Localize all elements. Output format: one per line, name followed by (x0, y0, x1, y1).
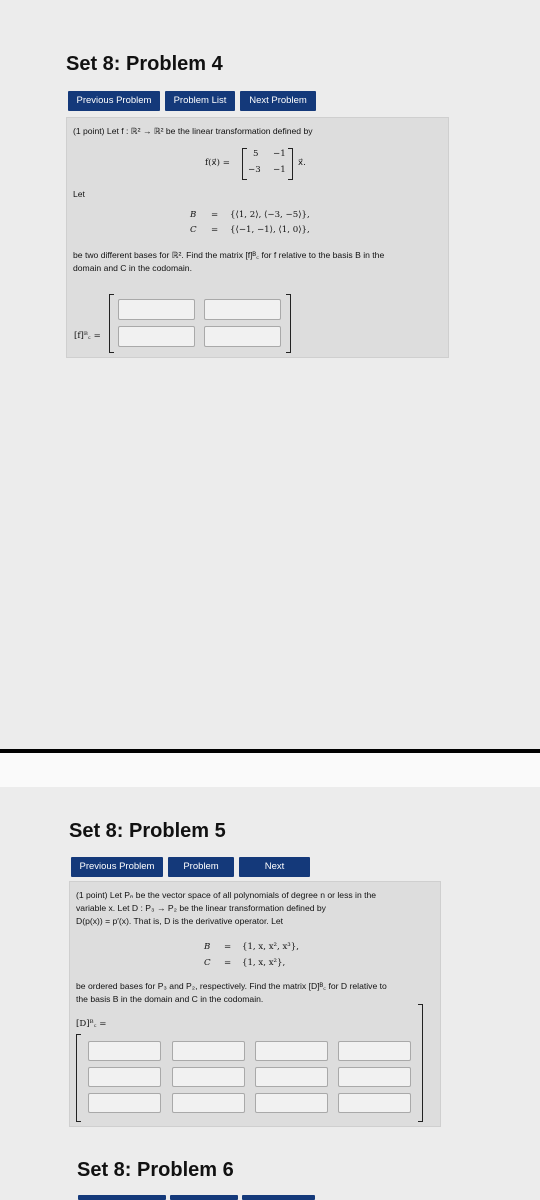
problem-list-button[interactable]: Problem List (168, 857, 234, 892)
matrix-entry: −3 (248, 165, 261, 175)
answer-input-r3c3[interactable] (255, 1093, 328, 1113)
answer-input-r2c4[interactable] (338, 1067, 411, 1087)
problem-5-panel: (1 point) Let Pₙ be the vector space of … (69, 881, 441, 1127)
matrix-right-bracket (288, 148, 293, 180)
page-title-problem-5: Set 8: Problem 5 (69, 820, 226, 842)
answer-input-r2c1[interactable] (88, 1067, 161, 1087)
function-label: f(x⃗) = (205, 158, 230, 168)
problem-list-button-partial[interactable] (170, 1195, 238, 1200)
answer-input-r2c3[interactable] (255, 1067, 328, 1087)
problem-5-description-2: the basis B in the domain and C in the c… (76, 994, 264, 1004)
page-title-problem-6: Set 8: Problem 6 (77, 1159, 234, 1181)
problem-4-panel: (1 point) Let f : ℝ² → ℝ² be the linear … (66, 117, 449, 358)
problem-5-text-line-3: D(p(x)) = p′(x). That is, D is the deriv… (76, 916, 284, 926)
basis-c-equals: = (211, 225, 219, 235)
previous-problem-button[interactable]: Previous Problem (68, 91, 160, 111)
answer-input-r1c2[interactable] (172, 1041, 245, 1061)
basis-b-equals: = (211, 210, 219, 220)
answer-right-bracket (418, 1004, 423, 1122)
basis-c-equals: = (224, 958, 232, 968)
matrix-left-bracket (242, 148, 247, 180)
problem-4-intro: (1 point) Let f : ℝ² → ℝ² be the linear … (73, 126, 313, 136)
previous-problem-button-partial[interactable] (78, 1195, 166, 1200)
basis-c-symbol: C (204, 958, 211, 968)
answer-input-r2c2[interactable] (172, 1067, 245, 1087)
basis-b-equals: = (224, 942, 232, 952)
matrix-entry: 5 (253, 149, 259, 159)
basis-c-value: {⟨−1, −1⟩, ⟨1, 0⟩}, (230, 225, 310, 235)
answer-input-r1c1[interactable] (118, 299, 195, 320)
next-problem-button-partial[interactable] (242, 1195, 315, 1200)
previous-problem-button[interactable]: Previous Problem (71, 857, 163, 877)
basis-c-symbol: C (190, 225, 197, 235)
basis-b-value: {⟨1, 2⟩, ⟨−3, −5⟩}, (230, 210, 310, 220)
answer-input-r1c3[interactable] (255, 1041, 328, 1061)
answer-right-bracket (286, 294, 291, 353)
basis-c-value: {1, x, x²}, (242, 958, 286, 968)
problem-5-text-line-1: (1 point) Let Pₙ be the vector space of … (76, 890, 377, 900)
let-label: Let (73, 189, 85, 199)
problem-4-description-2: domain and C in the codomain. (73, 263, 192, 273)
matrix-entry: −1 (273, 149, 286, 159)
basis-b-symbol: B (190, 210, 197, 220)
answer-left-bracket (76, 1034, 81, 1122)
page-title-problem-4: Set 8: Problem 4 (66, 53, 223, 75)
problem-5-text-line-2: variable x. Let D : P₃ → P₂ be the linea… (76, 903, 326, 913)
answer-input-r2c1[interactable] (118, 326, 195, 347)
basis-b-symbol: B (204, 942, 211, 952)
vector-symbol: x⃗. (298, 158, 306, 168)
answer-matrix-label: [f]ᴮ꜀ = (74, 331, 101, 341)
answer-input-r1c1[interactable] (88, 1041, 161, 1061)
answer-input-r3c1[interactable] (88, 1093, 161, 1113)
next-problem-button[interactable]: Next Problem (240, 91, 316, 111)
answer-input-r1c4[interactable] (338, 1041, 411, 1061)
problem-list-button[interactable]: Problem List (165, 91, 235, 111)
answer-input-r3c2[interactable] (172, 1093, 245, 1113)
problem-4-description: be two different bases for ℝ². Find the … (73, 250, 385, 260)
matrix-entry: −1 (273, 165, 286, 175)
problem-5-description: be ordered bases for P₃ and P₂, respecti… (76, 981, 387, 991)
answer-input-r2c2[interactable] (204, 326, 281, 347)
divider-gap (0, 753, 540, 787)
answer-matrix-label: [D]ᴮ꜀ = (76, 1019, 107, 1029)
answer-left-bracket (109, 294, 114, 353)
answer-input-r3c4[interactable] (338, 1093, 411, 1113)
basis-b-value: {1, x, x², x³}, (242, 942, 299, 952)
answer-input-r1c2[interactable] (204, 299, 281, 320)
next-problem-button[interactable]: Next Problem (239, 857, 310, 892)
